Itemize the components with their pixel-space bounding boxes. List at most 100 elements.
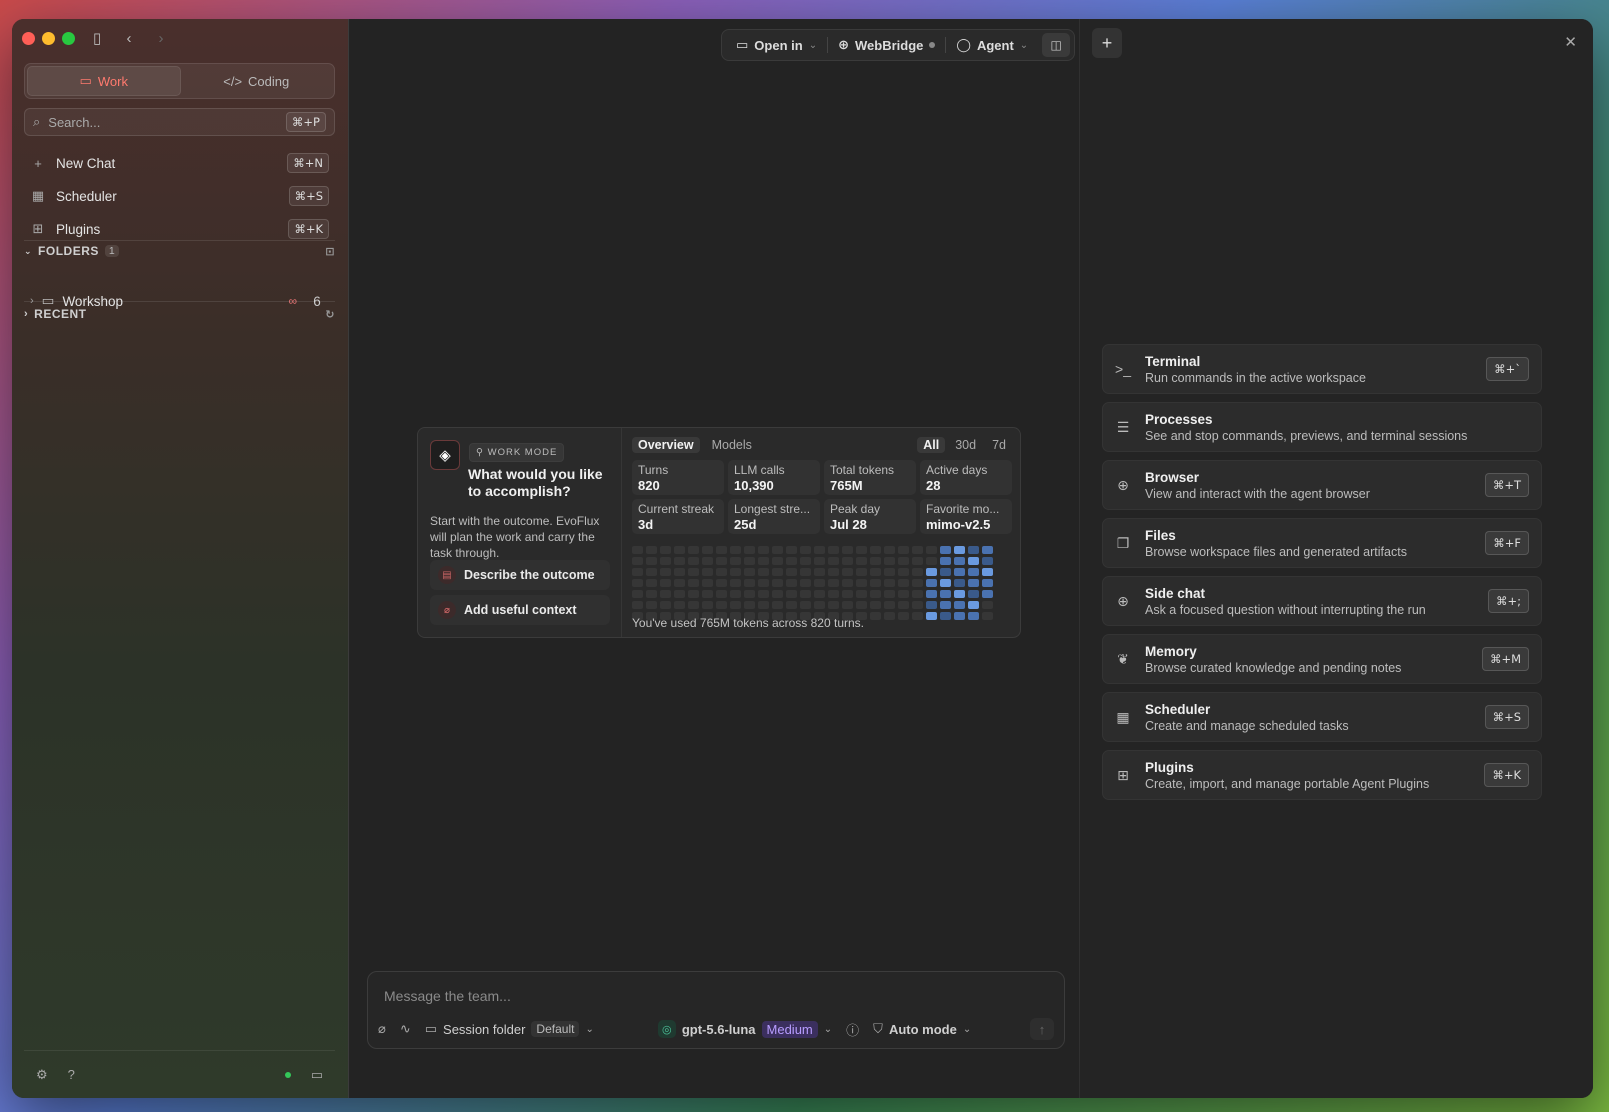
window-controls <box>22 32 75 45</box>
new-folder-icon[interactable]: ⊡ <box>325 245 335 258</box>
heatmap-cell <box>968 568 979 576</box>
heatmap-cell <box>800 579 811 587</box>
tool-list: >_ Terminal Run commands in the active wo… <box>1102 344 1542 808</box>
webbridge-button[interactable]: ⊕ WebBridge <box>828 30 945 60</box>
heatmap-cell <box>884 579 895 587</box>
heatmap-cell <box>814 590 825 598</box>
card-title: What would you like to accomplish? <box>468 466 603 499</box>
stat-label: Active days <box>926 463 988 477</box>
open-in-button[interactable]: ▭ Open in ⌄ <box>726 30 827 60</box>
settings-icon[interactable]: ⚙ <box>36 1067 48 1083</box>
heatmap-cell <box>926 612 937 620</box>
heatmap-cell <box>954 601 965 609</box>
work-mode-panel: ◈ ⚲ WORK MODE What would you like to acc… <box>418 428 622 637</box>
info-icon[interactable]: ⓘ <box>846 1020 859 1039</box>
tool-files[interactable]: ❐ Files Browse workspace files and genera… <box>1102 518 1542 568</box>
open-in-label: Open in <box>754 37 803 53</box>
tool-processes[interactable]: ☰ Processes See and stop commands, previe… <box>1102 402 1542 452</box>
message-input[interactable]: Message the team... <box>384 988 511 1004</box>
auto-mode-selector[interactable]: ⛉ Auto mode ⌄ <box>873 1021 971 1037</box>
tool-plugins[interactable]: ⊞ Plugins Create, import, and manage port… <box>1102 750 1542 800</box>
tool-memory[interactable]: ❦ Memory Browse curated knowledge and pen… <box>1102 634 1542 684</box>
folder-icon: ▭ <box>424 1021 438 1036</box>
tool-desc: Create and manage scheduled tasks <box>1145 718 1349 733</box>
recent-title: RECENT <box>34 307 87 321</box>
minimize-window-button[interactable] <box>42 32 55 45</box>
heatmap-cell <box>730 546 741 554</box>
back-icon[interactable]: ‹ <box>119 28 139 48</box>
heatmap-cell <box>744 546 755 554</box>
coding-mode-button[interactable]: </> Coding <box>181 66 333 96</box>
range-30d[interactable]: 30d <box>949 437 982 453</box>
tool-title: Browser <box>1145 469 1200 485</box>
stat-value: mimo-v2.5 <box>926 517 991 532</box>
plugin-icon: ⊞ <box>32 221 44 236</box>
app-window: ▯ ‹ › ▭ Work </> Coding ⌕ Search... ⌘+P … <box>12 19 1593 1098</box>
heatmap-cell <box>828 568 839 576</box>
heatmap-cell <box>800 601 811 609</box>
stat-label: Current streak <box>638 502 715 516</box>
sidebar-toggle-icon[interactable]: ▯ <box>87 28 107 48</box>
tools-panel: + ✕ >_ Terminal Run commands in the activ… <box>1080 19 1593 1098</box>
close-window-button[interactable] <box>22 32 35 45</box>
activity-icon[interactable]: ∿ <box>400 1021 411 1037</box>
folders-header[interactable]: ⌄ FOLDERS 1 ⊡ <box>24 241 335 261</box>
main-area: ▭ Open in ⌄ ⊕ WebBridge ◯ Agent ⌄ ◫ ◈ ⚲ … <box>350 19 1080 1098</box>
message-composer: Message the team... ⌀ ∿ ▭ Session folder… <box>367 971 1065 1049</box>
range-7d[interactable]: 7d <box>986 437 1012 453</box>
tool-side-chat[interactable]: ⊕ Side chat Ask a focused question withou… <box>1102 576 1542 626</box>
add-context-button[interactable]: ⌀ Add useful context <box>430 595 610 625</box>
work-mode-badge: ⚲ WORK MODE <box>469 443 565 462</box>
close-panel-icon[interactable]: ✕ <box>1564 33 1577 51</box>
describe-outcome-button[interactable]: ▤ Describe the outcome <box>430 560 610 590</box>
heatmap-cell <box>926 579 937 587</box>
plugins-nav-button[interactable]: ⊞ Plugins ⌘+K <box>24 215 335 243</box>
heatmap-cell <box>674 590 685 598</box>
add-tab-button[interactable]: + <box>1092 28 1122 58</box>
session-folder-label: Session folder <box>443 1021 526 1037</box>
heatmap-cell <box>758 590 769 598</box>
help-icon[interactable]: ? <box>68 1067 75 1082</box>
recent-header[interactable]: › RECENT ↻ <box>24 304 335 324</box>
new-chat-label: New Chat <box>56 155 116 171</box>
work-mode-button[interactable]: ▭ Work <box>27 66 181 96</box>
tool-desc: Run commands in the active workspace <box>1145 370 1366 385</box>
heatmap-cell <box>842 568 853 576</box>
tab-models[interactable]: Models <box>706 437 758 453</box>
panel-toggle-icon[interactable]: ◫ <box>1042 33 1071 57</box>
effort-badge: Medium <box>761 1020 818 1038</box>
new-chat-button[interactable]: + New Chat ⌘+N <box>24 149 335 177</box>
search-input[interactable]: ⌕ Search... ⌘+P <box>24 108 335 136</box>
session-folder-button[interactable]: ▭ Session folder Default ⌄ <box>425 1021 594 1037</box>
search-shortcut: ⌘+P <box>285 112 326 132</box>
scheduler-nav-button[interactable]: ▦ Scheduler ⌘+S <box>24 182 335 210</box>
chat-plus-icon: ⊕ <box>1117 592 1129 609</box>
tab-overview[interactable]: Overview <box>632 437 700 453</box>
heatmap-cell <box>814 601 825 609</box>
forward-icon[interactable]: › <box>151 28 171 48</box>
refresh-icon[interactable]: ↻ <box>325 308 335 321</box>
globe-icon: ⊕ <box>838 37 849 52</box>
send-button[interactable]: ↑ <box>1030 1018 1054 1040</box>
range-all[interactable]: All <box>917 437 946 453</box>
agent-button[interactable]: ◯ Agent ⌄ <box>946 30 1038 60</box>
maximize-window-button[interactable] <box>62 32 75 45</box>
composer-toolbar: ⌀ ∿ ▭ Session folder Default ⌄ ◎ gpt-5.6… <box>378 1018 1054 1040</box>
tool-scheduler[interactable]: ▦ Scheduler Create and manage scheduled t… <box>1102 692 1542 742</box>
card-description: Start with the outcome. EvoFlux will pla… <box>430 514 600 560</box>
attach-icon[interactable]: ⌀ <box>378 1021 386 1037</box>
tool-browser[interactable]: ⊕ Browser View and interact with the agen… <box>1102 460 1542 510</box>
heatmap-cell <box>702 568 713 576</box>
plugins-shortcut: ⌘+K <box>288 219 329 239</box>
tool-shortcut: ⌘+F <box>1485 531 1529 555</box>
tool-terminal[interactable]: >_ Terminal Run commands in the active wo… <box>1102 344 1542 394</box>
heatmap-cell <box>828 590 839 598</box>
folders-title: FOLDERS <box>38 244 99 258</box>
tool-desc: Create, import, and manage portable Agen… <box>1145 776 1430 791</box>
display-icon[interactable]: ▭ <box>311 1067 323 1083</box>
heatmap-cell <box>912 546 923 554</box>
heatmap-cell <box>772 568 783 576</box>
model-selector[interactable]: ◎ gpt-5.6-luna Medium ⌄ <box>657 1020 832 1038</box>
heatmap-cell <box>702 557 713 565</box>
tool-shortcut: ⌘+S <box>1484 705 1529 729</box>
